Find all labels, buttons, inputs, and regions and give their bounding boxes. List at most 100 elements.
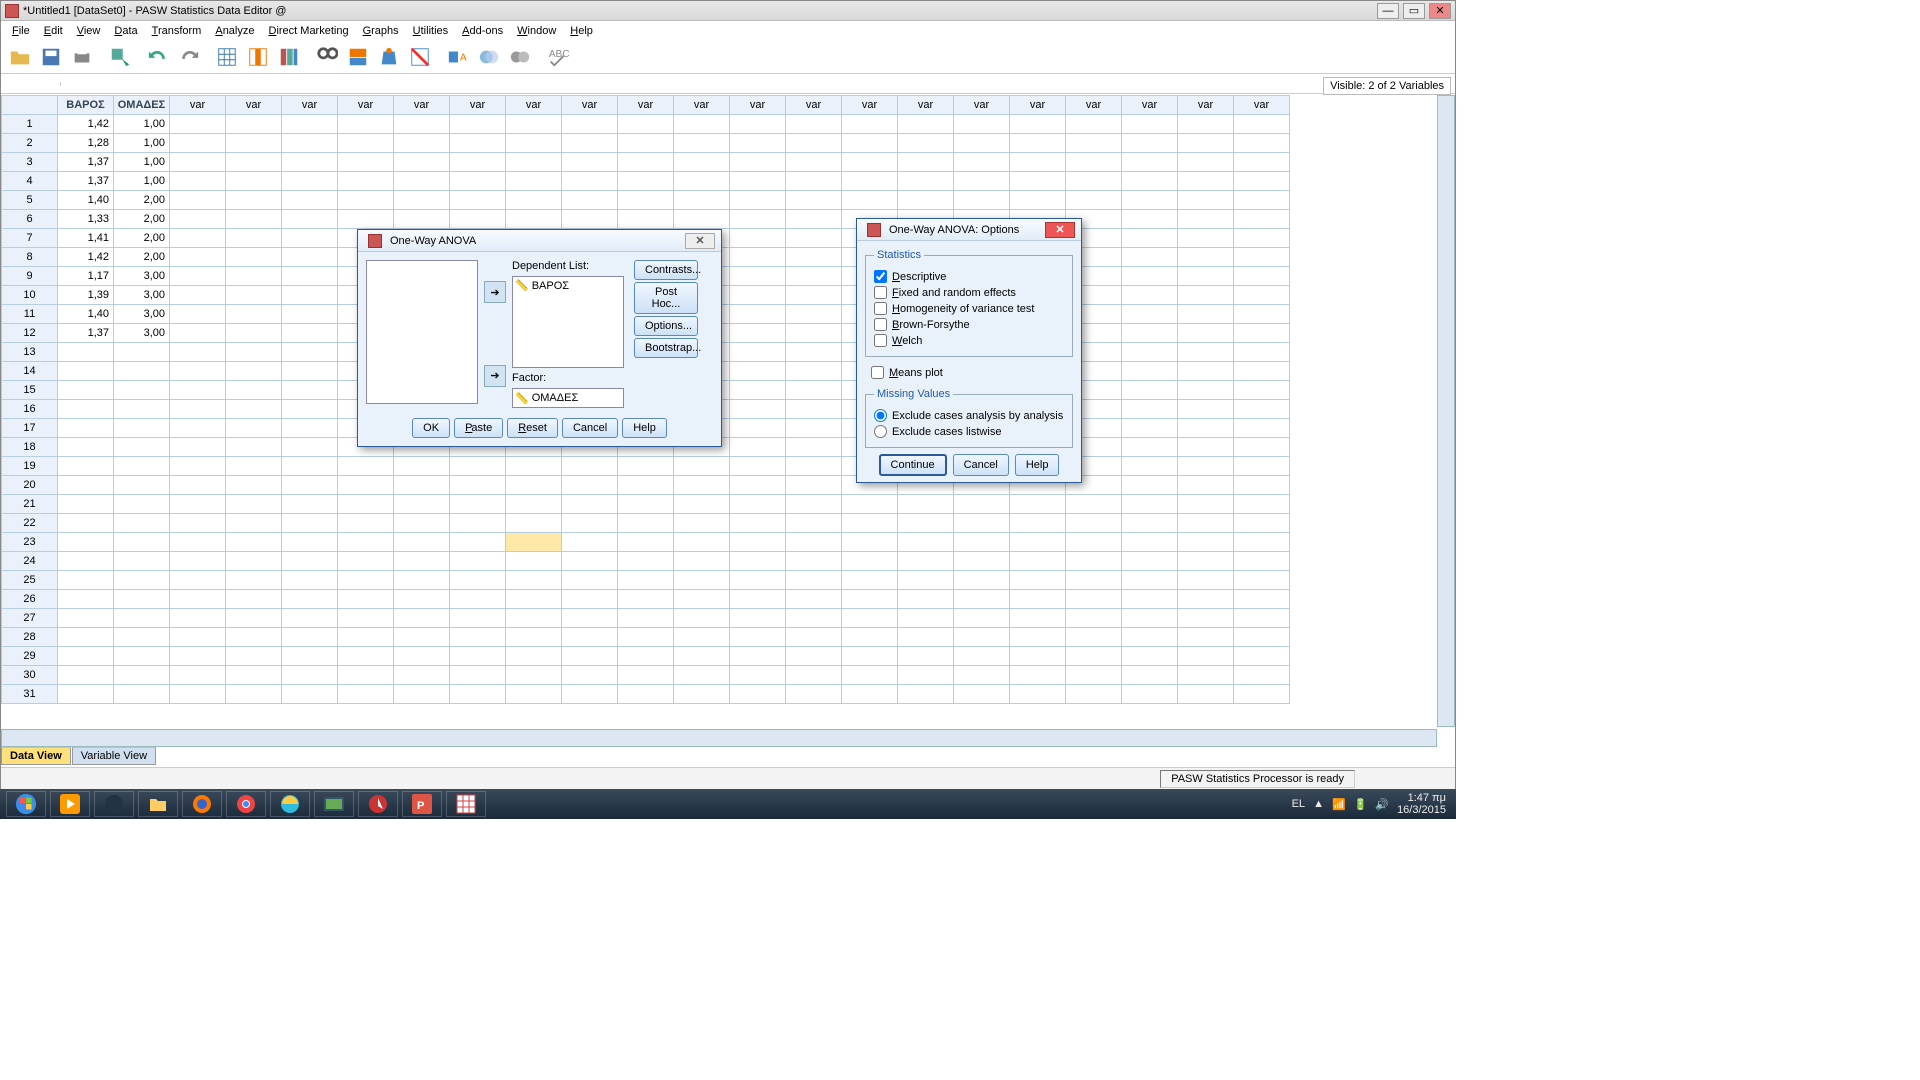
minimize-button[interactable]: — <box>1377 3 1399 19</box>
cell[interactable]: 1,37 <box>58 153 114 172</box>
cell[interactable] <box>1122 343 1178 362</box>
row-header[interactable]: 31 <box>2 685 58 704</box>
cell[interactable] <box>954 666 1010 685</box>
cell[interactable] <box>674 457 730 476</box>
cell[interactable] <box>58 438 114 457</box>
cell[interactable] <box>842 514 898 533</box>
options-titlebar[interactable]: One-Way ANOVA: Options ✕ <box>857 219 1081 241</box>
cell[interactable] <box>114 590 170 609</box>
reset-button[interactable]: Reset <box>507 418 558 438</box>
cell[interactable] <box>562 153 618 172</box>
cell[interactable] <box>1234 514 1290 533</box>
cell[interactable] <box>170 229 226 248</box>
cell[interactable] <box>450 590 506 609</box>
cell[interactable] <box>1234 343 1290 362</box>
cell[interactable] <box>506 191 562 210</box>
column-header[interactable]: var <box>506 96 562 115</box>
cell[interactable] <box>898 590 954 609</box>
cell[interactable] <box>394 628 450 647</box>
cell[interactable] <box>786 495 842 514</box>
cell[interactable] <box>1122 438 1178 457</box>
cell[interactable] <box>1122 134 1178 153</box>
cell[interactable] <box>226 419 282 438</box>
cell[interactable] <box>170 476 226 495</box>
cell[interactable] <box>730 476 786 495</box>
cell[interactable] <box>730 533 786 552</box>
cell[interactable] <box>58 495 114 514</box>
cell[interactable] <box>842 685 898 704</box>
cell[interactable] <box>1178 172 1234 191</box>
menu-data[interactable]: Data <box>107 23 144 39</box>
select-cases-icon[interactable] <box>405 43 435 71</box>
column-header[interactable]: var <box>226 96 282 115</box>
cell[interactable] <box>1010 172 1066 191</box>
cell[interactable] <box>1178 191 1234 210</box>
cell[interactable] <box>674 134 730 153</box>
cell[interactable] <box>282 457 338 476</box>
cell[interactable] <box>58 343 114 362</box>
cell[interactable] <box>394 191 450 210</box>
cell[interactable] <box>730 362 786 381</box>
cell[interactable] <box>394 457 450 476</box>
cell[interactable] <box>394 210 450 229</box>
cell[interactable] <box>1122 647 1178 666</box>
cell[interactable] <box>506 609 562 628</box>
cell[interactable] <box>226 153 282 172</box>
cell[interactable] <box>954 172 1010 191</box>
cell[interactable] <box>338 172 394 191</box>
cell[interactable] <box>450 666 506 685</box>
cell[interactable] <box>954 495 1010 514</box>
welch-checkbox[interactable]: Welch <box>874 334 1064 347</box>
row-header[interactable]: 5 <box>2 191 58 210</box>
cell[interactable] <box>1234 533 1290 552</box>
posthoc-button[interactable]: Post Hoc... <box>634 282 698 314</box>
cell[interactable] <box>114 666 170 685</box>
cell[interactable] <box>1234 267 1290 286</box>
anova-source-list[interactable] <box>366 260 478 404</box>
cell[interactable] <box>618 571 674 590</box>
language-indicator[interactable]: EL <box>1292 798 1305 810</box>
cell[interactable] <box>898 628 954 647</box>
cell[interactable] <box>1066 533 1122 552</box>
titlebar[interactable]: *Untitled1 [DataSet0] - PASW Statistics … <box>1 1 1455 21</box>
cell[interactable] <box>1010 495 1066 514</box>
cell[interactable] <box>394 115 450 134</box>
cell[interactable] <box>1178 305 1234 324</box>
cell[interactable] <box>562 628 618 647</box>
cell[interactable] <box>1178 666 1234 685</box>
menu-utilities[interactable]: Utilities <box>406 23 455 39</box>
cell[interactable]: 3,00 <box>114 305 170 324</box>
cell[interactable] <box>842 628 898 647</box>
cell[interactable] <box>898 172 954 191</box>
cell[interactable] <box>58 362 114 381</box>
powerpoint-icon[interactable]: P <box>402 791 442 817</box>
weight-cases-icon[interactable] <box>374 43 404 71</box>
cell[interactable] <box>506 685 562 704</box>
cell[interactable] <box>226 286 282 305</box>
cell[interactable] <box>618 628 674 647</box>
cell[interactable] <box>730 248 786 267</box>
cell[interactable] <box>842 533 898 552</box>
column-header[interactable]: var <box>170 96 226 115</box>
cell[interactable] <box>562 476 618 495</box>
cell[interactable] <box>170 343 226 362</box>
cell[interactable] <box>730 343 786 362</box>
cell[interactable] <box>898 666 954 685</box>
cell[interactable] <box>1122 324 1178 343</box>
cell[interactable] <box>394 134 450 153</box>
column-header[interactable]: ΒΑΡΟΣ <box>58 96 114 115</box>
cell[interactable] <box>170 362 226 381</box>
cell[interactable]: 2,00 <box>114 229 170 248</box>
cell[interactable] <box>786 685 842 704</box>
spss-taskbar-icon[interactable] <box>446 791 486 817</box>
cell[interactable] <box>842 191 898 210</box>
cell[interactable] <box>338 571 394 590</box>
cell[interactable] <box>1234 381 1290 400</box>
cell[interactable] <box>226 172 282 191</box>
cell[interactable] <box>842 495 898 514</box>
cell[interactable] <box>282 172 338 191</box>
cell[interactable] <box>730 324 786 343</box>
row-header[interactable]: 14 <box>2 362 58 381</box>
tab-data-view[interactable]: Data View <box>1 747 71 765</box>
cell[interactable] <box>58 628 114 647</box>
